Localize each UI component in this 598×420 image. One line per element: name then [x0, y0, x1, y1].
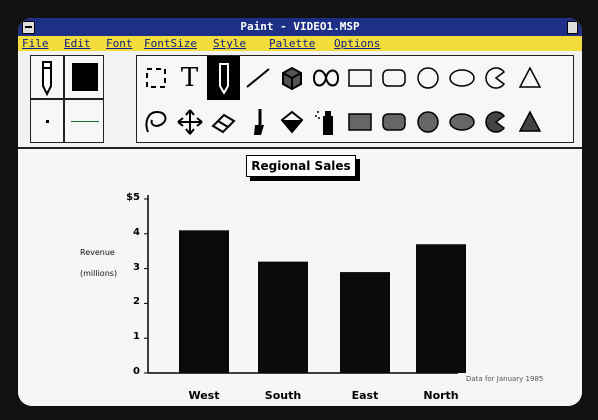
y-tick-label: 3 — [133, 261, 140, 273]
y-tick-label: 4 — [133, 226, 140, 238]
current-pattern-cell[interactable] — [64, 55, 104, 99]
fill-pattern-swatch — [72, 63, 98, 91]
bar-chart — [144, 195, 466, 374]
rounded-rect-icon[interactable] — [377, 56, 410, 100]
bar-south — [258, 261, 308, 373]
menu-font[interactable]: Font — [106, 37, 133, 50]
text-tool-icon[interactable]: T — [173, 56, 206, 100]
drawing-canvas[interactable]: Regional Sales Revenue (millions) 0 1 2 3 4 $… — [18, 149, 582, 406]
cube-icon[interactable] — [275, 56, 308, 100]
tool-palette: T — [136, 55, 574, 143]
menu-options[interactable]: Options — [334, 37, 380, 50]
menu-style[interactable]: Style — [213, 37, 246, 50]
pie-icon[interactable] — [479, 56, 512, 100]
filled-rounded-rect-icon[interactable] — [377, 100, 410, 144]
line-width-icon — [71, 121, 99, 122]
line-icon[interactable] — [241, 56, 274, 100]
circle-icon[interactable] — [411, 56, 444, 100]
lasso-icon[interactable] — [139, 100, 172, 144]
pencil-icon[interactable] — [207, 56, 240, 100]
triangle-icon[interactable] — [513, 56, 546, 100]
menu-palette[interactable]: Palette — [269, 37, 315, 50]
pencil-indicator-icon — [42, 61, 52, 97]
category-label-north: North — [423, 389, 459, 402]
category-label-south: South — [264, 389, 302, 402]
menu-fontsize[interactable]: FontSize — [144, 37, 197, 50]
filled-ellipse-icon[interactable] — [445, 100, 478, 144]
filled-rectangle-icon[interactable] — [343, 100, 376, 144]
spray-can-icon[interactable] — [309, 100, 342, 144]
eraser-icon[interactable] — [207, 100, 240, 144]
brush-icon[interactable] — [241, 100, 274, 144]
bar-east — [340, 272, 390, 373]
filled-circle-icon[interactable] — [411, 100, 444, 144]
move-icon[interactable] — [173, 100, 206, 144]
chart-footnote: Data for January 1985 — [466, 375, 544, 383]
filled-triangle-icon[interactable] — [513, 100, 546, 144]
current-tool-cell[interactable] — [30, 55, 64, 99]
y-tick-label: 1 — [133, 331, 140, 343]
curve-icon[interactable] — [309, 56, 342, 100]
ellipse-icon[interactable] — [445, 56, 478, 100]
menu-edit[interactable]: Edit — [64, 37, 91, 50]
y-tick-label: 0 — [133, 366, 140, 377]
window-control-icon[interactable] — [567, 21, 578, 34]
menu-file[interactable]: File — [22, 37, 49, 50]
category-label-east: East — [351, 389, 379, 402]
selection-rect-icon[interactable] — [139, 56, 172, 100]
category-label-west: West — [188, 389, 220, 402]
y-tick-label: $5 — [126, 192, 140, 203]
title-bar: Paint - VIDEO1.MSP — [18, 18, 582, 36]
toolbox: T — [18, 51, 582, 149]
window-title: Paint - VIDEO1.MSP — [240, 20, 360, 33]
y-tick-label: 2 — [133, 296, 140, 308]
rectangle-icon[interactable] — [343, 56, 376, 100]
filled-pie-icon[interactable] — [479, 100, 512, 144]
paint-bucket-icon[interactable] — [275, 100, 308, 144]
bar-north — [416, 244, 466, 373]
brush-dot-icon — [46, 120, 49, 123]
menu-bar: File Edit Font FontSize Style Palette Op… — [18, 36, 582, 51]
line-width-cell[interactable] — [64, 99, 104, 143]
bar-west — [179, 230, 229, 373]
paint-window: Paint - VIDEO1.MSP File Edit Font FontSi… — [18, 18, 582, 406]
brush-shape-cell[interactable] — [30, 99, 64, 143]
